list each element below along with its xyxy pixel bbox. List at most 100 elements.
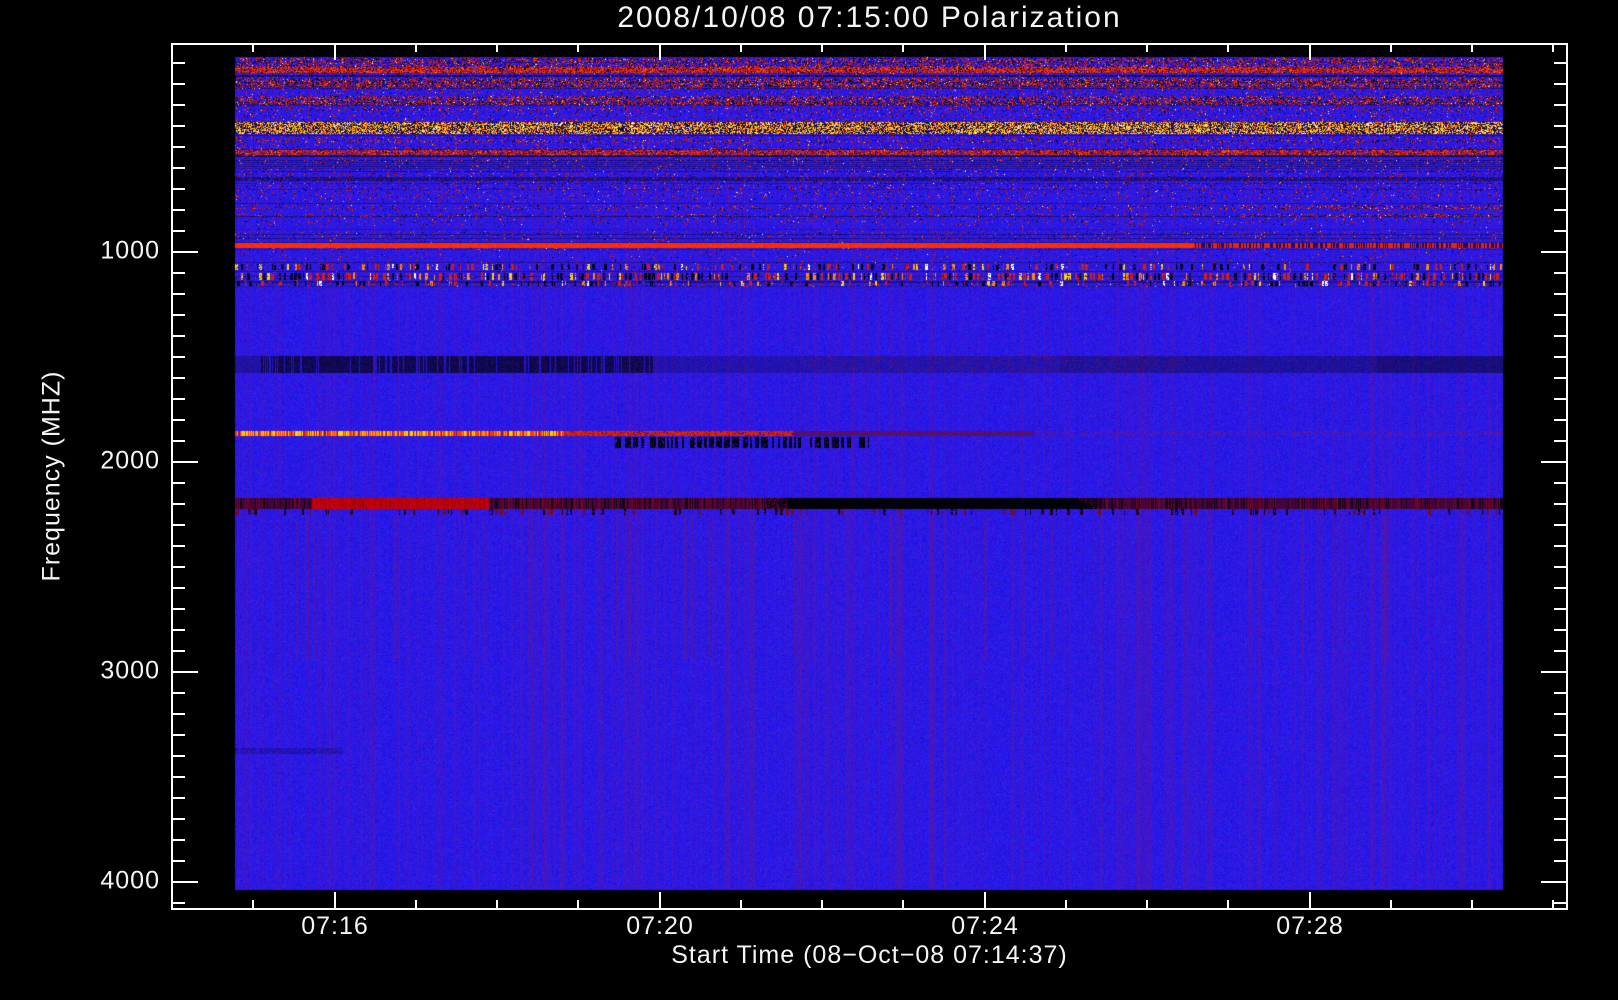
y-major-tick-right	[1541, 251, 1567, 253]
y-tick-label: 2000	[100, 446, 160, 475]
y-minor-tick	[172, 62, 185, 64]
y-minor-tick-right	[1554, 503, 1567, 505]
y-minor-tick	[172, 839, 185, 841]
y-minor-tick	[172, 230, 185, 232]
x-axis-label: Start Time (08−Oct−08 07:14:37)	[671, 941, 1068, 969]
x-minor-tick-top	[1471, 44, 1473, 52]
y-minor-tick	[172, 818, 185, 820]
y-minor-tick-right	[1554, 125, 1567, 127]
x-minor-tick-top	[1390, 44, 1392, 52]
y-minor-tick	[172, 314, 185, 316]
y-minor-tick-right	[1554, 167, 1567, 169]
x-minor-tick	[252, 900, 254, 908]
y-minor-tick	[172, 419, 185, 421]
y-minor-tick-right	[1554, 335, 1567, 337]
y-minor-tick	[172, 860, 185, 862]
y-minor-tick-right	[1554, 608, 1567, 610]
y-minor-tick	[172, 545, 185, 547]
y-minor-tick	[172, 188, 185, 190]
y-major-tick-right	[1541, 671, 1567, 673]
x-tick-label: 07:16	[301, 912, 369, 940]
y-minor-tick	[172, 398, 185, 400]
x-tick-label: 07:28	[1276, 912, 1344, 940]
y-minor-tick-right	[1554, 398, 1567, 400]
y-minor-tick	[172, 755, 185, 757]
y-major-tick	[172, 461, 198, 463]
y-minor-tick	[172, 608, 185, 610]
x-minor-tick	[496, 900, 498, 908]
y-minor-tick-right	[1554, 62, 1567, 64]
y-minor-tick-right	[1554, 839, 1567, 841]
y-minor-tick	[172, 713, 185, 715]
y-minor-tick	[172, 734, 185, 736]
x-major-tick-top	[659, 44, 661, 60]
y-major-tick	[172, 251, 198, 253]
x-minor-tick	[1146, 900, 1148, 908]
y-minor-tick-right	[1554, 104, 1567, 106]
x-minor-tick	[1390, 900, 1392, 908]
y-major-tick	[172, 881, 198, 883]
y-minor-tick	[172, 797, 185, 799]
x-major-tick	[1309, 892, 1311, 908]
y-minor-tick	[172, 629, 185, 631]
y-minor-tick	[172, 83, 185, 85]
y-minor-tick	[172, 335, 185, 337]
x-tick-label: 07:20	[626, 912, 694, 940]
y-minor-tick-right	[1554, 524, 1567, 526]
y-minor-tick	[172, 692, 185, 694]
y-minor-tick	[172, 440, 185, 442]
y-major-tick	[172, 671, 198, 673]
y-minor-tick-right	[1554, 734, 1567, 736]
x-minor-tick-top	[1146, 44, 1148, 52]
x-minor-tick	[1065, 900, 1067, 908]
x-minor-tick-top	[496, 44, 498, 52]
y-tick-label: 1000	[100, 236, 160, 265]
x-minor-tick	[415, 900, 417, 908]
x-minor-tick-top	[821, 44, 823, 52]
x-major-tick	[659, 892, 661, 908]
y-minor-tick-right	[1554, 755, 1567, 757]
y-minor-tick	[172, 377, 185, 379]
x-major-tick-top	[334, 44, 336, 60]
y-minor-tick-right	[1554, 629, 1567, 631]
y-minor-tick-right	[1554, 482, 1567, 484]
y-minor-tick	[172, 524, 185, 526]
y-minor-tick-right	[1554, 713, 1567, 715]
x-minor-tick	[577, 900, 579, 908]
y-minor-tick-right	[1554, 860, 1567, 862]
y-minor-tick-right	[1554, 209, 1567, 211]
y-axis-label: Frequency (MHZ)	[37, 370, 66, 582]
y-minor-tick	[172, 356, 185, 358]
x-major-tick	[334, 892, 336, 908]
y-minor-tick-right	[1554, 293, 1567, 295]
y-minor-tick	[172, 776, 185, 778]
y-minor-tick-right	[1554, 419, 1567, 421]
x-tick-label: 07:24	[951, 912, 1019, 940]
y-minor-tick-right	[1554, 818, 1567, 820]
x-minor-tick-top	[252, 44, 254, 52]
y-minor-tick	[172, 482, 185, 484]
y-minor-tick	[172, 104, 185, 106]
y-minor-tick-right	[1554, 188, 1567, 190]
x-minor-tick-top	[577, 44, 579, 52]
y-minor-tick-right	[1554, 314, 1567, 316]
y-minor-tick-right	[1554, 797, 1567, 799]
y-minor-tick	[172, 167, 185, 169]
y-minor-tick	[172, 272, 185, 274]
spectrogram-figure: 2008/10/08 07:15:00 Polarization Start T…	[0, 0, 1618, 1000]
x-minor-tick	[1471, 900, 1473, 908]
y-tick-label: 4000	[100, 866, 160, 895]
y-major-tick-right	[1541, 461, 1567, 463]
x-minor-tick-top	[740, 44, 742, 52]
x-minor-tick-top	[415, 44, 417, 52]
y-minor-tick	[172, 902, 185, 904]
y-minor-tick	[172, 650, 185, 652]
y-major-tick-right	[1541, 881, 1567, 883]
y-minor-tick-right	[1554, 440, 1567, 442]
x-major-tick-top	[984, 44, 986, 60]
x-minor-tick	[740, 900, 742, 908]
y-minor-tick-right	[1554, 566, 1567, 568]
y-minor-tick-right	[1554, 650, 1567, 652]
y-minor-tick-right	[1554, 230, 1567, 232]
y-minor-tick-right	[1554, 776, 1567, 778]
